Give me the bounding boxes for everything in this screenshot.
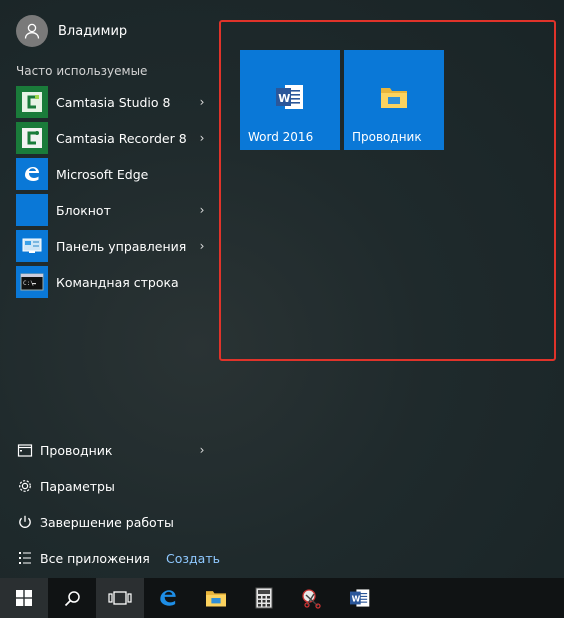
folder-icon bbox=[16, 441, 34, 459]
start-button[interactable] bbox=[0, 578, 48, 618]
tile-label: Word 2016 bbox=[248, 130, 314, 144]
camtasia-recorder-icon bbox=[16, 122, 48, 154]
file-explorer-icon bbox=[206, 591, 226, 607]
app-label: Блокнот bbox=[56, 202, 111, 218]
app-item-command-prompt[interactable]: C:\ Командная строка bbox=[0, 264, 215, 300]
svg-text:W: W bbox=[352, 595, 361, 604]
calculator-icon bbox=[255, 587, 273, 609]
app-item-camtasia-studio[interactable]: Camtasia Studio 8 › bbox=[0, 84, 215, 120]
list-icon bbox=[16, 549, 34, 567]
windows-start-icon bbox=[16, 590, 32, 606]
word-icon: W bbox=[350, 589, 370, 607]
taskbar-calculator[interactable] bbox=[240, 578, 288, 618]
chevron-right-icon[interactable]: › bbox=[195, 203, 209, 217]
app-label: Панель управления bbox=[56, 238, 187, 254]
svg-text:W: W bbox=[278, 92, 290, 105]
control-panel-icon bbox=[16, 230, 48, 262]
app-item-notepad[interactable]: Блокнот › bbox=[0, 192, 215, 228]
search-button[interactable] bbox=[48, 578, 96, 618]
task-view-button[interactable] bbox=[96, 578, 144, 618]
all-apps-label: Все приложения bbox=[40, 550, 150, 566]
snipping-tool-icon bbox=[302, 589, 321, 609]
create-link[interactable]: Создать bbox=[166, 551, 220, 566]
power-icon bbox=[16, 513, 34, 531]
user-account[interactable]: Владимир bbox=[16, 15, 127, 47]
edge-icon bbox=[16, 158, 48, 190]
start-menu: Владимир Часто используемые Camtasia Stu… bbox=[0, 0, 564, 578]
taskbar: W bbox=[0, 578, 564, 618]
chevron-right-icon[interactable]: › bbox=[195, 443, 209, 457]
app-item-microsoft-edge[interactable]: Microsoft Edge bbox=[0, 156, 215, 192]
gear-icon bbox=[16, 477, 34, 495]
settings-link[interactable]: Параметры bbox=[0, 468, 215, 504]
shutdown-button[interactable]: Завершение работы bbox=[0, 504, 215, 540]
app-label: Microsoft Edge bbox=[56, 166, 149, 182]
taskbar-file-explorer[interactable] bbox=[192, 578, 240, 618]
app-label: Командная строка bbox=[56, 274, 179, 290]
command-prompt-icon: C:\ bbox=[16, 266, 48, 298]
search-icon bbox=[64, 590, 80, 606]
edge-icon bbox=[160, 590, 176, 606]
app-label: Camtasia Recorder 8 bbox=[56, 130, 187, 146]
start-bottom-list: Проводник › Параметры Завершение работы … bbox=[0, 432, 220, 576]
tile-word-2016[interactable]: W Word 2016 bbox=[240, 50, 340, 150]
notepad-icon bbox=[16, 194, 48, 226]
taskbar-word[interactable]: W bbox=[336, 578, 384, 618]
tile-file-explorer[interactable]: Проводник bbox=[344, 50, 444, 150]
explorer-label: Проводник bbox=[40, 442, 113, 458]
settings-label: Параметры bbox=[40, 478, 115, 494]
most-used-heading: Часто используемые bbox=[16, 64, 148, 78]
chevron-right-icon[interactable]: › bbox=[195, 95, 209, 109]
taskbar-edge[interactable] bbox=[144, 578, 192, 618]
app-item-camtasia-recorder[interactable]: Camtasia Recorder 8 › bbox=[0, 120, 215, 156]
explorer-link[interactable]: Проводник › bbox=[0, 432, 215, 468]
camtasia-studio-icon bbox=[16, 86, 48, 118]
shutdown-label: Завершение работы bbox=[40, 514, 174, 530]
file-explorer-icon bbox=[379, 82, 409, 112]
app-item-control-panel[interactable]: Панель управления › bbox=[0, 228, 215, 264]
taskbar-snipping-tool[interactable] bbox=[288, 578, 336, 618]
user-name: Владимир bbox=[58, 23, 128, 39]
word-icon: W bbox=[275, 82, 305, 112]
user-avatar-icon bbox=[16, 15, 48, 47]
chevron-right-icon[interactable]: › bbox=[195, 239, 209, 253]
all-apps-button[interactable]: Все приложения Создать bbox=[0, 540, 220, 576]
app-label: Camtasia Studio 8 bbox=[56, 94, 171, 110]
most-used-list: Camtasia Studio 8 › Camtasia Recorder 8 … bbox=[0, 84, 215, 300]
task-view-icon bbox=[108, 591, 132, 605]
tile-label: Проводник bbox=[352, 130, 422, 144]
chevron-right-icon[interactable]: › bbox=[195, 131, 209, 145]
